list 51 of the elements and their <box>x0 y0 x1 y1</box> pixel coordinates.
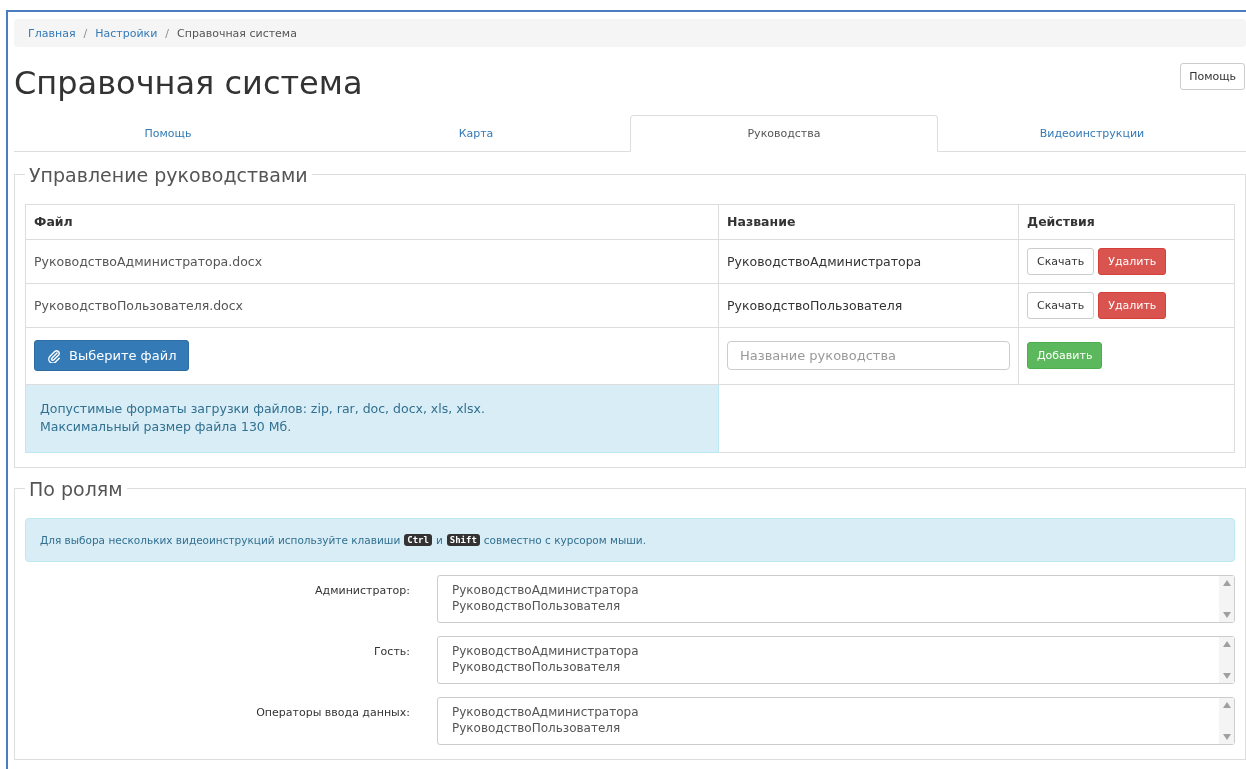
scroll-up-icon[interactable] <box>1222 579 1231 586</box>
delete-button[interactable]: Удалить <box>1098 247 1167 275</box>
list-option[interactable]: РуководствоАдминистратора <box>452 581 1205 599</box>
paperclip-icon <box>47 348 61 363</box>
section-legend: По ролям <box>25 477 127 500</box>
manual-select-list[interactable]: РуководствоАдминистратора РуководствоПользователя <box>437 696 1235 745</box>
delete-button[interactable]: Удалить <box>1098 291 1167 319</box>
manual-select-list[interactable]: РуководствоАдминистратора РуководствоПользователя <box>437 635 1235 684</box>
role-label: Гость: <box>372 643 410 658</box>
breadcrumb-separator: / <box>165 26 170 40</box>
page-title: Справочная система <box>14 63 363 104</box>
breadcrumb-separator: / <box>83 26 88 40</box>
manual-select-list[interactable]: РуководствоАдминистратора РуководствоПользователя <box>437 574 1235 623</box>
manual-name-field[interactable]: Название руководства <box>727 341 1010 371</box>
choose-file-button[interactable]: Выберите файл <box>34 340 190 372</box>
section-legend: Управление руководствами <box>25 163 312 186</box>
help-button[interactable]: Помощь <box>1180 63 1245 90</box>
scroll-up-icon[interactable] <box>1222 640 1231 647</box>
table-cell: РуководствоАдминистратора <box>718 239 1019 284</box>
list-option[interactable]: РуководствоПользователя <box>452 720 1205 738</box>
table-cell: РуководствоАдминистратора.docx <box>25 239 719 284</box>
breadcrumb-current: Справочная система <box>177 26 297 40</box>
key-label: Shift <box>446 533 480 546</box>
download-button[interactable]: Скачать <box>1027 247 1095 275</box>
scroll-up-icon[interactable] <box>1222 701 1231 708</box>
scroll-down-icon[interactable] <box>1222 733 1231 740</box>
list-option[interactable]: РуководствоАдминистратора <box>452 703 1205 721</box>
hint-text: и <box>435 533 443 546</box>
scroll-down-icon[interactable] <box>1222 672 1231 679</box>
table-cell: РуководствоПользователя.docx <box>25 283 719 328</box>
tab[interactable]: Видеоинструкции <box>938 114 1246 152</box>
breadcrumb-link[interactable]: Главная <box>28 26 76 40</box>
hint-text: совместно с курсором мыши. <box>483 533 646 546</box>
breadcrumb-link[interactable]: Настройки <box>95 26 158 40</box>
scroll-down-icon[interactable] <box>1222 611 1231 618</box>
formats-note: Допустимые форматы загрузки файлов: zip, rar, doc, docx, xls, xlsx. Максимальный размер файла 130 Мб. <box>25 384 719 453</box>
hint-text: Для выбора нескольких видеоинструкций используйте клавиши <box>40 533 401 546</box>
role-label: Администратор: <box>314 582 410 597</box>
tab[interactable]: Руководства <box>630 114 938 152</box>
list-option[interactable]: РуководствоПользователя <box>452 598 1205 616</box>
column-header: Название <box>718 204 1019 240</box>
column-header: Файл <box>25 204 719 240</box>
tab[interactable]: Карта <box>322 114 630 152</box>
column-header: Действия <box>1018 204 1235 240</box>
download-button[interactable]: Скачать <box>1027 291 1095 319</box>
list-option[interactable]: РуководствоАдминистратора <box>452 642 1205 660</box>
list-option[interactable]: РуководствоПользователя <box>452 659 1205 677</box>
role-label: Операторы ввода данных: <box>255 704 410 719</box>
table-cell: РуководствоПользователя <box>718 283 1019 328</box>
key-label: Ctrl <box>404 533 432 546</box>
tab[interactable]: Помощь <box>14 114 322 152</box>
